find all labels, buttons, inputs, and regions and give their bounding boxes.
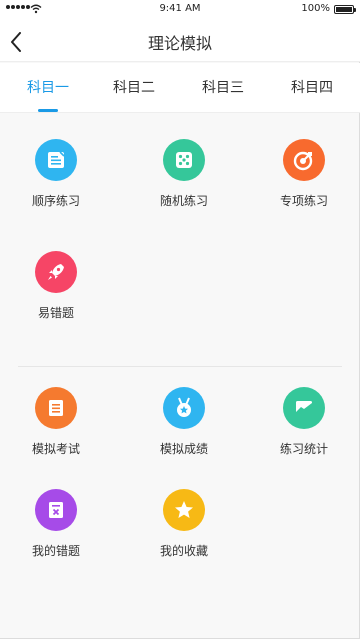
mock-results-button[interactable]: 模拟成绩 [134, 387, 234, 467]
grid-label: 易错题 [37, 306, 74, 320]
tab-label: 科目三 [202, 80, 244, 96]
tab-subject-2[interactable]: 科目二 [89, 63, 179, 113]
battery-icon [334, 5, 356, 14]
status-bar: 9:41 AM 100% [0, 0, 360, 20]
practice-statistics-button[interactable]: 练习统计 [254, 387, 354, 467]
app-screen: 9:41 AM 100% 理论模拟 科目一 科目二 科目三 科目四 顺序练习 随… [0, 0, 360, 639]
subject-tabs: 科目一 科目二 科目三 科目四 [0, 63, 360, 113]
grid-label: 随机练习 [159, 194, 208, 208]
my-favorites-button[interactable]: 我的收藏 [134, 489, 234, 569]
tab-subject-1[interactable]: 科目一 [3, 63, 93, 113]
bottom-empty-area [0, 578, 360, 638]
target-icon [283, 139, 325, 181]
active-tab-indicator [38, 109, 58, 112]
grid-label: 我的收藏 [159, 544, 208, 558]
grid-label: 顺序练习 [31, 194, 80, 208]
exam-paper-icon [35, 387, 77, 429]
practice-section: 顺序练习 随机练习 专项练习 易错题 [0, 114, 360, 369]
tab-subject-4[interactable]: 科目四 [267, 63, 357, 113]
sequential-practice-button[interactable]: 顺序练习 [6, 139, 106, 219]
tab-label: 科目一 [27, 80, 69, 96]
grid-label: 模拟成绩 [159, 442, 208, 456]
tab-label: 科目二 [113, 80, 155, 96]
page-title: 理论模拟 [147, 34, 212, 53]
exam-section: 模拟考试 模拟成绩 练习统计 我的错题 我的收藏 [0, 369, 360, 579]
chart-icon [283, 387, 325, 429]
battery-percent: 100% [301, 3, 330, 14]
tab-label: 科目四 [291, 80, 333, 96]
dice-icon [163, 139, 205, 181]
grid-label: 练习统计 [279, 442, 328, 456]
star-icon [163, 489, 205, 531]
rocket-icon [35, 251, 77, 293]
notebook-icon [35, 139, 77, 181]
grid-label: 模拟考试 [31, 442, 80, 456]
medal-icon [163, 387, 205, 429]
mock-exam-button[interactable]: 模拟考试 [6, 387, 106, 467]
error-prone-questions-button[interactable]: 易错题 [6, 251, 106, 331]
grid-label: 专项练习 [279, 194, 328, 208]
special-practice-button[interactable]: 专项练习 [254, 139, 354, 219]
grid-label: 我的错题 [31, 544, 80, 558]
random-practice-button[interactable]: 随机练习 [134, 139, 234, 219]
my-wrong-questions-button[interactable]: 我的错题 [6, 489, 106, 569]
error-book-icon [35, 489, 77, 531]
nav-bar: 理论模拟 [0, 20, 360, 62]
tab-subject-3[interactable]: 科目三 [178, 63, 268, 113]
section-divider [18, 366, 342, 367]
